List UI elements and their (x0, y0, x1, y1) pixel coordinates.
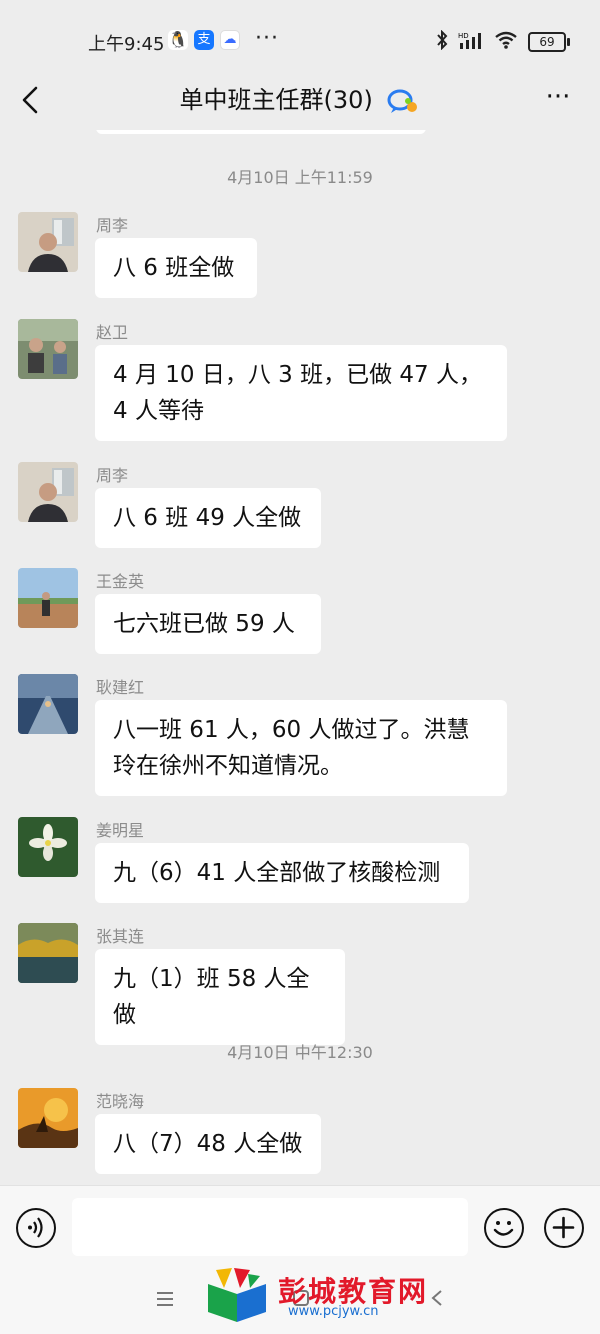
message-bubble[interactable]: 八 6 班全做 (95, 238, 257, 298)
cloud-icon: ☁ (220, 30, 240, 50)
message-bubble[interactable]: 八（7）48 人全做 (95, 1114, 321, 1174)
wifi-icon (494, 31, 518, 53)
avatar[interactable] (18, 462, 78, 522)
site-watermark: 彭城教育网 www.pcjyw.cn (204, 1266, 444, 1326)
timestamp: 4月10日 上午11:59 (227, 168, 373, 187)
smiley-icon (493, 1221, 514, 1236)
net-label: HD (458, 32, 469, 40)
watermark-url: www.pcjyw.cn (288, 1304, 379, 1319)
plus-icon (552, 1216, 575, 1239)
message-bubble[interactable]: 八一班 61 人，60 人做过了。洪慧玲在徐州不知道情况。 (95, 700, 507, 796)
sender-name: 张其连 (96, 927, 145, 946)
message-bubble[interactable]: 八 6 班 49 人全做 (95, 488, 321, 548)
sender-name: 周李 (96, 216, 129, 235)
status-time: 上午9:45 (88, 34, 165, 55)
avatar[interactable] (18, 319, 78, 379)
status-indicators: HD 69 (436, 29, 570, 54)
chat-header: 单中班主任群(30) ··· (0, 70, 600, 130)
menu-icon[interactable] (156, 1288, 174, 1313)
chat-title-row: 单中班主任群(30) (0, 80, 600, 120)
group-chat-icon (387, 89, 418, 113)
more-options-button[interactable]: ··· (540, 84, 576, 112)
battery-icon: 69 (528, 32, 570, 52)
book-logo-icon (208, 1268, 266, 1322)
message-bubble[interactable]: 七六班已做 59 人 (95, 594, 321, 654)
add-button[interactable] (544, 1208, 584, 1248)
chat-messages[interactable]: 4月10日 上午11:59 周李 八 6 班全做 赵卫 4 月 10 日，八 3… (0, 130, 600, 1185)
sender-name: 范晓海 (96, 1092, 145, 1111)
avatar[interactable] (18, 212, 78, 272)
voice-icon (28, 1217, 43, 1238)
message-bubble[interactable]: 九（1）班 58 人全做 (95, 949, 345, 1045)
sender-name: 赵卫 (96, 323, 129, 342)
alipay-icon: 支 (194, 30, 214, 50)
signal-icon: HD (458, 31, 484, 53)
message-input[interactable] (72, 1198, 468, 1256)
previous-message-bubble (96, 130, 426, 134)
chat-title: 单中班主任群(30) (179, 86, 373, 114)
avatar[interactable] (18, 1088, 78, 1148)
avatar[interactable] (18, 923, 78, 983)
emoji-button[interactable] (484, 1208, 524, 1248)
sender-name: 耿建红 (96, 678, 145, 697)
status-more-icon: ··· (255, 26, 279, 51)
avatar[interactable] (18, 674, 78, 734)
status-bar: 上午9:45 🐧 支 ☁ ··· HD 69 (0, 0, 600, 70)
status-app-icons: 🐧 支 ☁ (168, 30, 240, 50)
sender-name: 周李 (96, 466, 129, 485)
avatar[interactable] (18, 817, 78, 877)
timestamp: 4月10日 中午12:30 (227, 1043, 373, 1062)
voice-button[interactable] (16, 1208, 56, 1248)
sender-name: 王金英 (96, 572, 145, 591)
message-bubble[interactable]: 4 月 10 日，八 3 班，已做 47 人，4 人等待 (95, 345, 507, 441)
sender-name: 姜明星 (96, 821, 145, 840)
penguin-icon: 🐧 (168, 30, 188, 50)
message-bubble[interactable]: 九（6）41 人全部做了核酸检测 (95, 843, 469, 903)
avatar[interactable] (18, 568, 78, 628)
bluetooth-icon (436, 29, 448, 54)
